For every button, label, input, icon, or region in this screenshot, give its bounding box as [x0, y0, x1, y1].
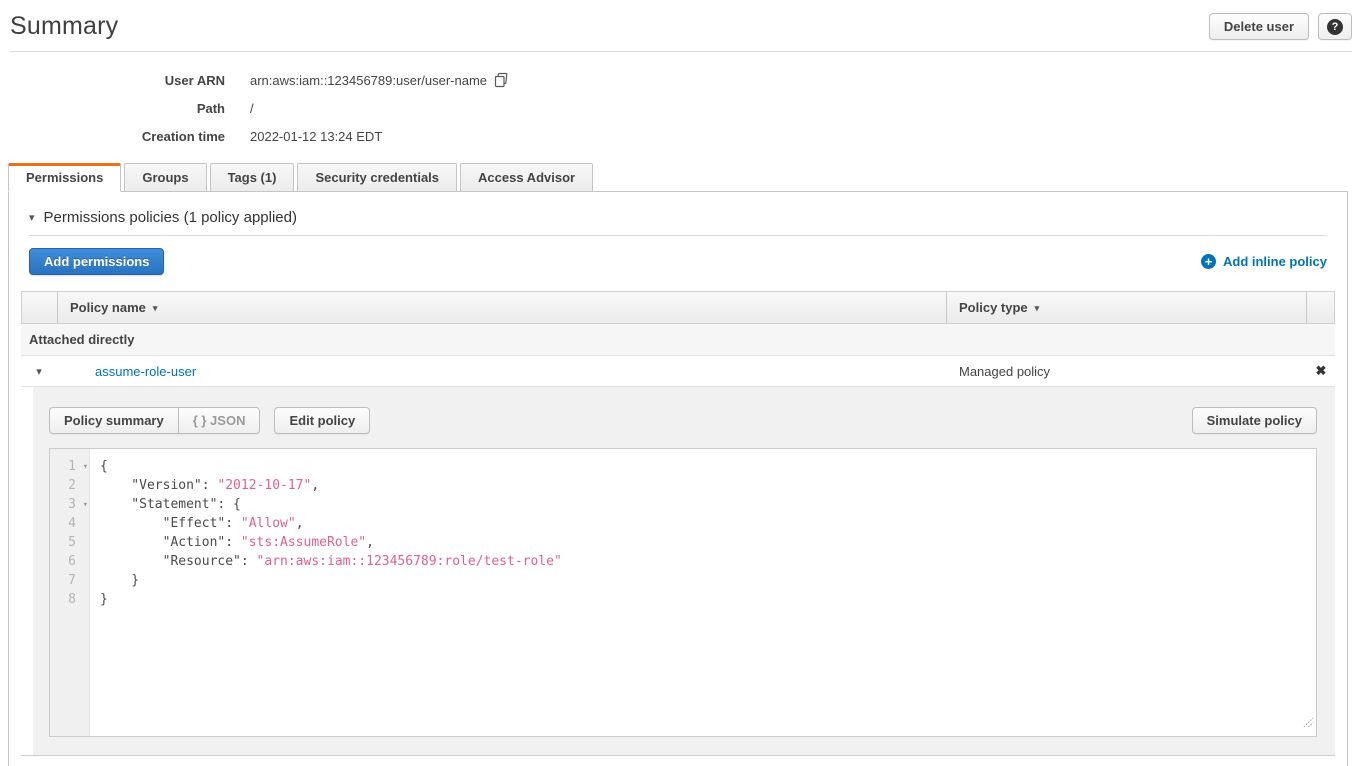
- code-line: }: [100, 590, 1316, 609]
- json-view-button[interactable]: { } JSON: [178, 407, 261, 434]
- json-policy-editor[interactable]: 1▾23▾45678 { "Version": "2012-10-17", "S…: [49, 448, 1317, 737]
- page-header: Summary Delete user ?: [0, 0, 1362, 51]
- editor-code[interactable]: { "Version": "2012-10-17", "Statement": …: [90, 449, 1316, 736]
- attached-directly-group-row: Attached directly: [21, 324, 1335, 356]
- add-inline-policy-link[interactable]: + Add inline policy: [1201, 254, 1327, 269]
- path-label: Path: [0, 101, 250, 116]
- permissions-policies-title: Permissions policies (1 policy applied): [44, 209, 297, 226]
- info-row-creation-time: Creation time 2022-01-12 13:24 EDT: [0, 122, 1362, 150]
- gutter-line-number: 1▾: [50, 457, 89, 476]
- plus-circle-icon: +: [1201, 254, 1216, 269]
- info-row-user-arn: User ARN arn:aws:iam::123456789:user/use…: [0, 66, 1362, 94]
- header-actions: Delete user ?: [1209, 13, 1352, 40]
- policy-detail-buttons: Policy summary { } JSON Edit policy Simu…: [49, 407, 1317, 434]
- sort-caret-icon: ▾: [1035, 301, 1040, 314]
- section-divider: [29, 235, 1327, 236]
- fold-caret-icon[interactable]: ▾: [83, 496, 88, 515]
- policy-view-toggle-group: Policy summary { } JSON: [49, 407, 260, 434]
- tab-groups[interactable]: Groups: [124, 163, 206, 192]
- policy-type-cell: Managed policy: [947, 356, 1307, 386]
- policy-row-assume-role-user: ▾ assume-role-user Managed policy ✖: [21, 356, 1335, 387]
- policy-summary-button[interactable]: Policy summary: [49, 407, 179, 434]
- gutter-line-number: 7: [50, 571, 89, 590]
- tab-permissions[interactable]: Permissions: [8, 163, 121, 192]
- user-arn-value: arn:aws:iam::123456789:user/user-name: [250, 73, 487, 88]
- gutter-line-number: 8: [50, 590, 89, 609]
- user-info-block: User ARN arn:aws:iam::123456789:user/use…: [0, 66, 1362, 150]
- header-policy-type[interactable]: Policy type ▾: [946, 292, 1306, 323]
- page-title: Summary: [10, 12, 118, 41]
- permissions-tab-content: ▾ Permissions policies (1 policy applied…: [8, 191, 1348, 766]
- tab-security-credentials[interactable]: Security credentials: [297, 163, 457, 192]
- creation-time-value: 2022-01-12 13:24 EDT: [250, 129, 382, 144]
- code-line: "Action": "sts:AssumeRole",: [100, 533, 1316, 552]
- editor-gutter: 1▾23▾45678: [50, 449, 90, 736]
- header-actions-column: [1306, 292, 1334, 323]
- code-line: "Resource": "arn:aws:iam::123456789:role…: [100, 552, 1316, 571]
- policy-detail-panel: Policy summary { } JSON Edit policy Simu…: [33, 387, 1335, 755]
- creation-time-label: Creation time: [0, 129, 250, 144]
- copy-icon[interactable]: [494, 72, 509, 88]
- section-collapse-icon: ▾: [29, 211, 35, 224]
- add-permissions-button[interactable]: Add permissions: [29, 248, 164, 275]
- code-line: "Effect": "Allow",: [100, 514, 1316, 533]
- header-divider: [10, 51, 1352, 52]
- gutter-line-number: 4: [50, 514, 89, 533]
- policy-type-header-label: Policy type: [959, 300, 1028, 315]
- gutter-line-number: 3▾: [50, 495, 89, 514]
- row-expand-caret-icon[interactable]: ▾: [36, 365, 42, 378]
- header-policy-name[interactable]: Policy name ▾: [58, 292, 946, 323]
- help-button[interactable]: ?: [1318, 13, 1352, 40]
- attached-directly-label: Attached directly: [29, 332, 134, 347]
- editor-resize-handle[interactable]: [1302, 715, 1314, 734]
- policy-actions-row: Add permissions + Add inline policy: [29, 248, 1327, 275]
- edit-policy-button[interactable]: Edit policy: [274, 407, 370, 434]
- gutter-line-number: 6: [50, 552, 89, 571]
- fold-caret-icon[interactable]: ▾: [83, 458, 88, 477]
- policy-table-header: Policy name ▾ Policy type ▾: [21, 291, 1335, 324]
- header-select-column: [22, 292, 58, 323]
- delete-user-button[interactable]: Delete user: [1209, 13, 1309, 40]
- help-icon: ?: [1327, 19, 1343, 35]
- tab-tags[interactable]: Tags (1): [210, 163, 295, 192]
- user-arn-label: User ARN: [0, 73, 250, 88]
- detach-policy-icon[interactable]: ✖: [1316, 363, 1327, 379]
- code-line: }: [100, 571, 1316, 590]
- gutter-line-number: 2: [50, 476, 89, 495]
- info-row-path: Path /: [0, 94, 1362, 122]
- row-expand-cell: ▾: [21, 356, 57, 386]
- permissions-policies-section-toggle[interactable]: ▾ Permissions policies (1 policy applied…: [29, 209, 1327, 226]
- add-inline-policy-label: Add inline policy: [1223, 254, 1327, 269]
- policy-remove-cell: ✖: [1307, 356, 1335, 386]
- policy-name-link[interactable]: assume-role-user: [95, 364, 196, 379]
- code-line: "Statement": {: [100, 495, 1316, 514]
- sort-caret-icon: ▾: [153, 301, 158, 314]
- code-line: {: [100, 457, 1316, 476]
- tab-bar: Permissions Groups Tags (1) Security cre…: [8, 163, 1348, 192]
- user-arn-value-wrap: arn:aws:iam::123456789:user/user-name: [250, 72, 509, 88]
- policy-name-cell: assume-role-user: [57, 356, 947, 386]
- code-line: "Version": "2012-10-17",: [100, 476, 1316, 495]
- policy-table: Policy name ▾ Policy type ▾ Attached dir…: [21, 291, 1335, 756]
- tab-access-advisor[interactable]: Access Advisor: [460, 163, 593, 192]
- path-value: /: [250, 101, 254, 116]
- policy-detail-row: Policy summary { } JSON Edit policy Simu…: [21, 387, 1335, 756]
- gutter-line-number: 5: [50, 533, 89, 552]
- simulate-policy-button[interactable]: Simulate policy: [1192, 407, 1317, 434]
- policy-name-header-label: Policy name: [70, 300, 146, 315]
